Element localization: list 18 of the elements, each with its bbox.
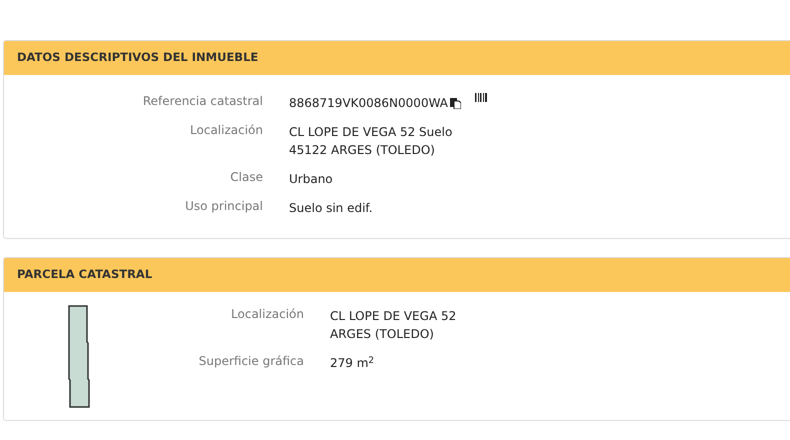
field-value: 8868719VK0086N0000WA: [289, 95, 448, 111]
field-label: Localización: [190, 122, 263, 138]
copy-icon[interactable]: [450, 98, 461, 108]
field-label: Superficie gráfica: [198, 353, 304, 369]
field-label: Referencia catastral: [142, 93, 263, 109]
field-label: Clase: [230, 169, 263, 185]
field-label: Uso principal: [185, 198, 263, 214]
field-value: ARGES (TOLEDO): [330, 326, 435, 342]
field-value: 45122 ARGES (TOLEDO): [289, 142, 436, 158]
panel-title: PARCELA CATASTRAL: [17, 266, 152, 284]
field-value: CL LOPE DE VEGA 52: [330, 308, 456, 324]
field-label: Localización: [231, 306, 304, 322]
barcode-icon[interactable]: [475, 93, 487, 102]
field-value: Urbano: [289, 171, 333, 187]
field-value: Suelo sin edif.: [289, 200, 373, 216]
field-value: 279 m$^{2}$: [330, 354, 374, 371]
panel-title: DATOS DESCRIPTIVOS DEL INMUEBLE: [17, 49, 258, 66]
field-value: CL LOPE DE VEGA 52 Suelo: [289, 124, 452, 140]
